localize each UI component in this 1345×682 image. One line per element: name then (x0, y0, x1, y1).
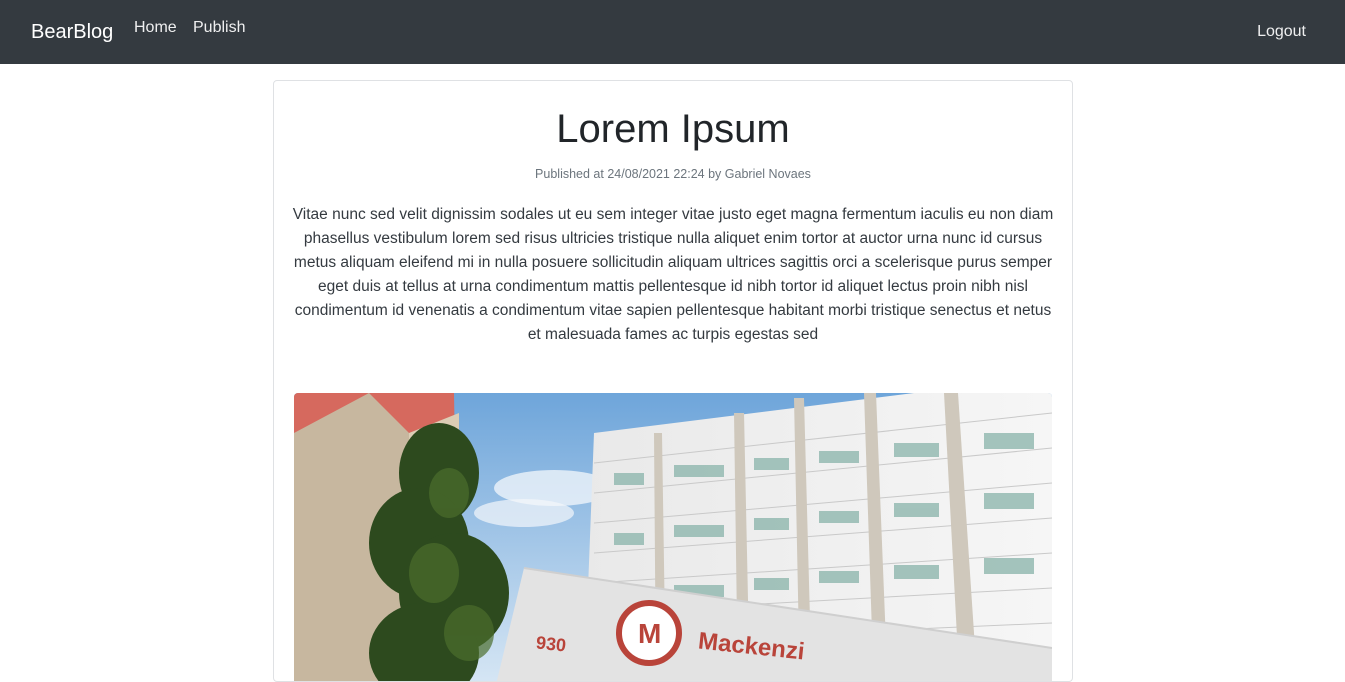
nav-home-link[interactable]: Home (134, 19, 177, 37)
post-title: Lorem Ipsum (556, 107, 790, 151)
image-sign-number: 930 (535, 632, 568, 656)
top-navbar: BearBlog Home Publish Logout (0, 0, 1345, 64)
post-body: Vitae nunc sed velit dignissim sodales u… (292, 206, 1054, 343)
post-meta: Published at 24/08/2021 22:24 by Gabriel… (535, 167, 811, 181)
logout-link[interactable]: Logout (1257, 23, 1306, 41)
image-sign-logo: M (638, 618, 662, 649)
post-image (294, 393, 1052, 681)
post-card: Lorem Ipsum Published at 24/08/2021 22:2… (273, 80, 1073, 682)
brand-logo-link[interactable]: BearBlog (31, 21, 113, 44)
nav-publish-link[interactable]: Publish (193, 19, 245, 37)
